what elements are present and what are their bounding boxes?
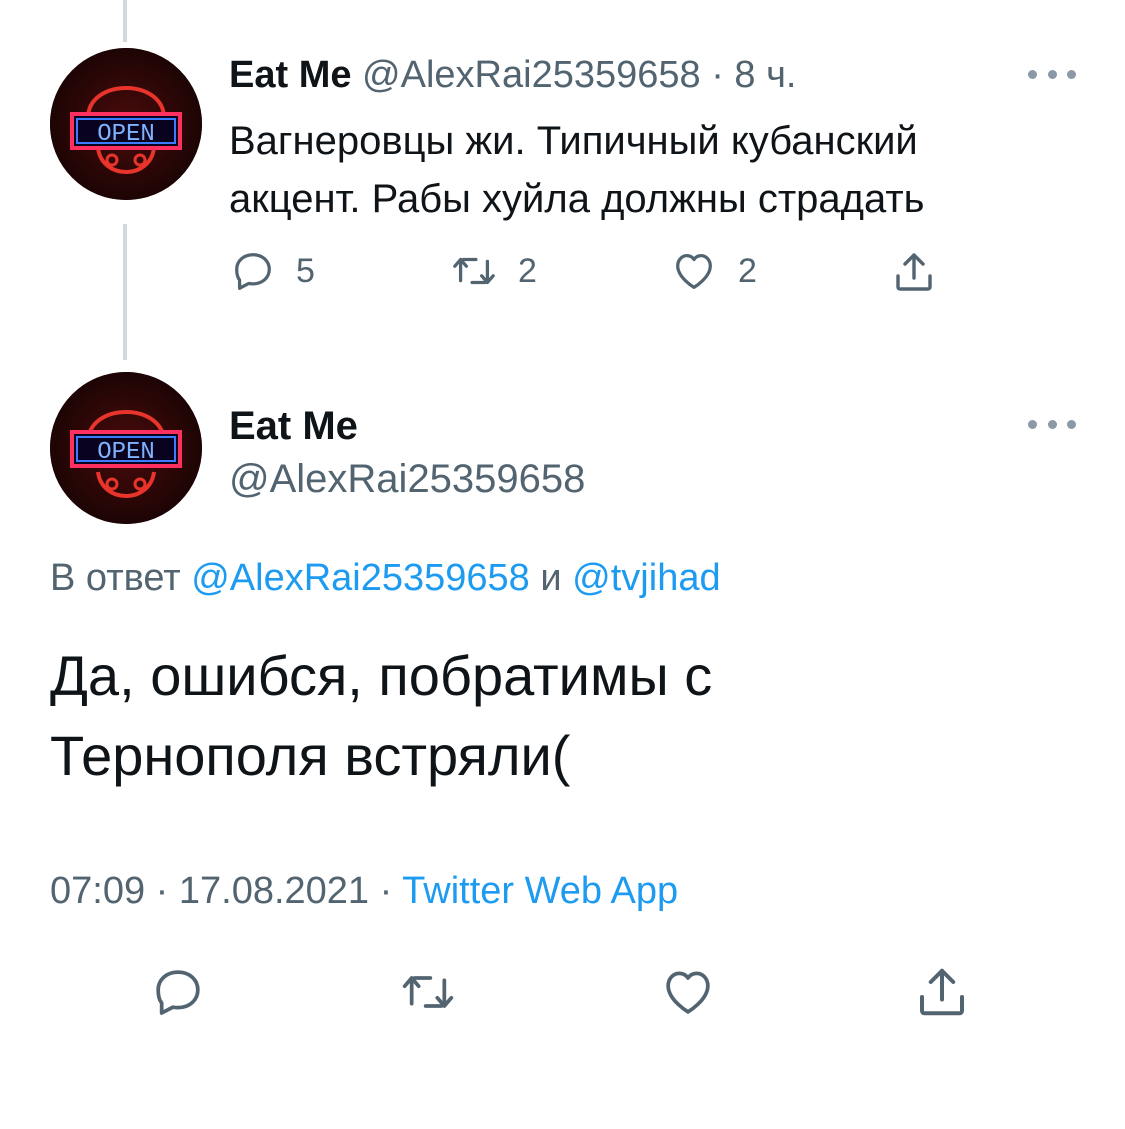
like-count: 2 [738,251,757,290]
meta-separator: · [155,870,169,912]
reply-button[interactable] [150,964,206,1020]
timestamp[interactable]: 8 ч. [734,54,796,96]
share-button[interactable] [890,248,938,296]
handle[interactable]: @AlexRai25359658 [362,54,701,96]
retweet-button[interactable]: 2 [450,248,537,294]
tweet-time[interactable]: 07:09 [50,870,145,912]
more-icon[interactable] [1024,414,1080,434]
reply-button[interactable]: 5 [230,248,315,294]
tweet-text-line: акцент. Рабы хуйла должны страдать [229,177,925,221]
display-name[interactable]: Eat Me [229,54,351,96]
tweet-text: Вагнеровцы жи. Типичный кубанский акцент… [229,112,925,228]
like-icon [666,971,710,1014]
replying-to: В ответ @AlexRai25359658 и @tvjihad [50,555,721,601]
thread-line-top [123,0,127,42]
reply-icon [156,970,200,1015]
tweet-text-line: Вагнеровцы жи. Типичный кубанский [229,119,918,163]
like-icon [676,254,712,289]
reply-icon [235,253,271,290]
more-icon[interactable] [1024,64,1080,84]
svg-text:OPEN: OPEN [97,439,155,466]
share-icon [896,253,932,291]
tweet-source[interactable]: Twitter Web App [402,870,678,912]
tweet-date[interactable]: 17.08.2021 [179,870,369,912]
replying-to-label: В ответ [50,557,181,599]
avatar[interactable]: OPEN [50,372,202,524]
tweet-header: Eat Me @AlexRai25359658 · 8 ч. [229,52,796,98]
tweet-text: Да, ошибся, побратимы с Тернополя встрял… [50,636,712,796]
share-button[interactable] [912,962,972,1022]
svg-text:OPEN: OPEN [97,121,155,148]
like-button[interactable]: 2 [670,248,757,294]
like-button[interactable] [658,964,718,1020]
tweet-text-line: Тернополя встряли( [50,724,571,787]
thread-line-middle [123,224,127,360]
reply-count: 5 [296,251,315,290]
retweet-icon [402,976,454,1008]
avatar[interactable]: OPEN [50,48,202,200]
reply-mention[interactable]: @tvjihad [572,557,720,599]
retweet-button[interactable] [398,964,458,1020]
meta-separator: · [379,870,393,912]
handle[interactable]: @AlexRai25359658 [229,455,585,503]
reply-mention[interactable]: @AlexRai25359658 [191,557,530,599]
share-icon [920,968,964,1016]
replying-to-and: и [540,557,562,599]
retweet-count: 2 [518,251,537,290]
tweet-text-line: Да, ошибся, побратимы с [50,644,713,707]
retweet-icon [453,257,495,285]
display-name[interactable]: Eat Me [229,402,358,450]
separator: · [711,54,724,96]
tweet-meta: 07:09 · 17.08.2021 · Twitter Web App [50,868,678,914]
